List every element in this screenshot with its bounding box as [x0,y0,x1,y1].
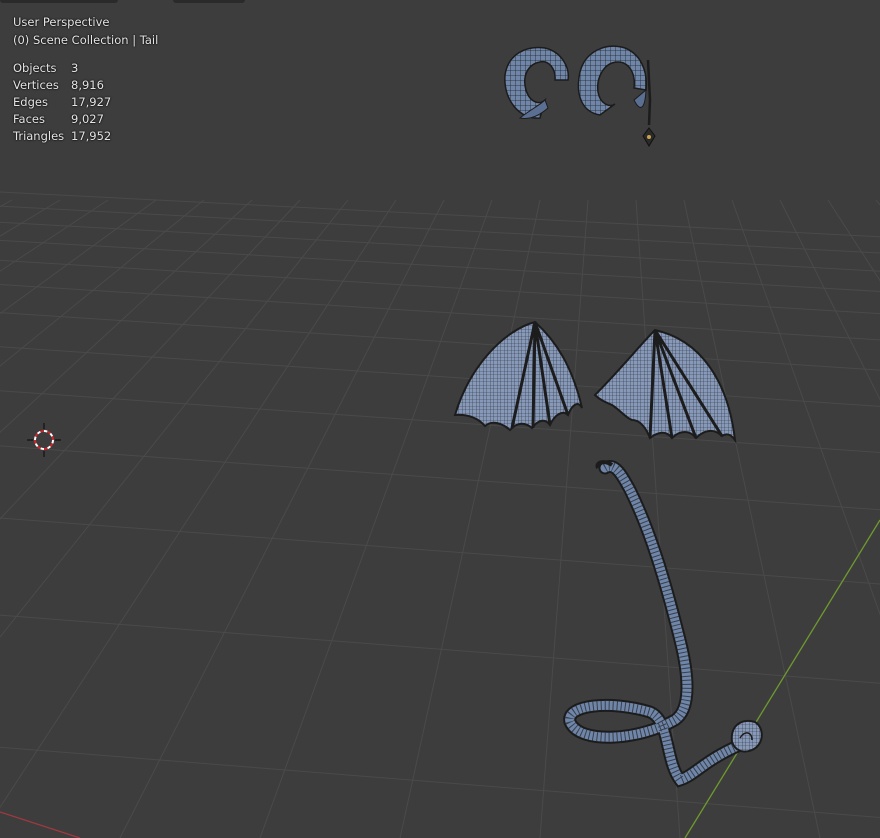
grid-line [0,199,397,809]
stat-value: 17,952 [71,129,112,143]
grid-line [0,390,880,454]
grid-line [0,312,880,371]
grid-line [119,199,445,838]
grid-line [0,614,880,684]
stat-row-triangles: Triangles 17,952 [13,128,158,145]
stat-value: 9,027 [71,112,104,126]
stat-row-vertices: Vertices 8,916 [13,77,158,94]
stat-label: Triangles [13,129,65,143]
grid-line [0,259,880,315]
stat-row-objects: Objects 3 [13,60,158,77]
grid-line [0,199,301,520]
grid-line [875,199,880,206]
grid-line [0,517,880,585]
3d-cursor-icon[interactable] [27,423,61,457]
stat-value: 17,927 [71,95,112,109]
grid-line [539,199,589,838]
grid-line [259,199,493,838]
stat-label: Vertices [13,78,59,92]
y-axis-line [684,519,880,838]
grid-line [779,199,880,401]
view-name: User Perspective [13,15,110,29]
grid-line [399,199,541,838]
stat-label: Edges [13,95,48,109]
stat-row-faces: Faces 9,027 [13,111,158,128]
grid-line [0,199,253,434]
viewport-info-overlay: User Perspective (0) Scene Collection | … [13,14,158,145]
stat-value: 8,916 [71,78,104,92]
grid-line [0,346,880,407]
grid-line [0,746,880,818]
x-axis-line [0,811,81,838]
stat-label: Faces [13,112,45,126]
stat-label: Objects [13,61,57,75]
wings-object[interactable] [453,320,737,444]
horns-object[interactable] [504,45,656,147]
grid-line [0,284,880,341]
collection-line: (0) Scene Collection | Tail [13,33,159,47]
stat-value: 3 [71,61,79,75]
tail-object[interactable] [563,460,763,788]
grid-line [0,191,880,238]
scene-statistics: Objects 3 Vertices 8,916 Edges 17,927 Fa… [13,60,158,145]
stat-row-edges: Edges 17,927 [13,94,158,111]
grid-line [827,199,880,282]
grid-line [0,199,157,315]
